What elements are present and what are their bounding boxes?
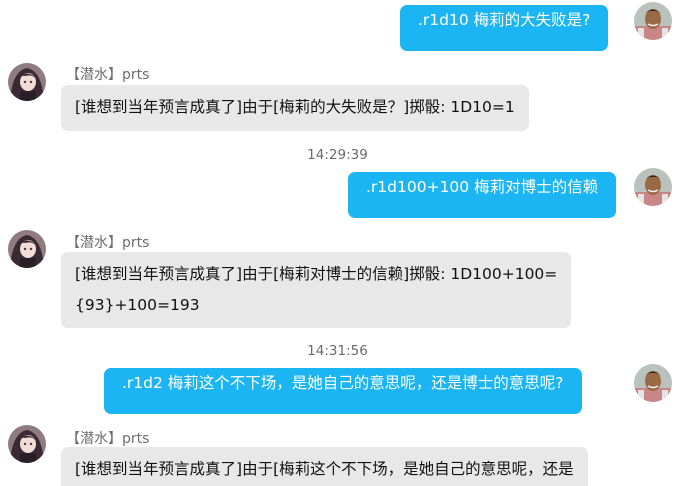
incoming-message-bubble[interactable]: [谁想到当年预言成真了]由于[梅莉的大失败是？]掷骰: 1D10=1	[61, 85, 529, 131]
outgoing-message-bubble[interactable]: .r1d2 梅莉这个不下场，是她自己的意思呢，还是博士的意思呢?	[104, 368, 582, 414]
sender-nickname: 【潜水】prts	[66, 64, 149, 84]
sender-name: prts	[122, 67, 150, 83]
user-avatar-icon[interactable]	[634, 168, 672, 206]
user-avatar-icon[interactable]	[634, 364, 672, 402]
sender-title: 【潜水】	[66, 235, 122, 251]
sender-title: 【潜水】	[66, 431, 122, 447]
sender-name: prts	[122, 431, 150, 447]
sender-name: prts	[122, 235, 150, 251]
bot-avatar-icon[interactable]	[8, 230, 46, 268]
bot-avatar-icon[interactable]	[8, 63, 46, 101]
timestamp: 14:31:56	[307, 343, 368, 359]
sender-nickname: 【潜水】prts	[66, 232, 149, 252]
outgoing-message-bubble[interactable]: .r1d100+100 梅莉对博士的信赖	[348, 172, 617, 218]
user-avatar-icon[interactable]	[634, 2, 672, 40]
chat-window: .r1d10 梅莉的大失败是? 【潜水】prts [谁想到当年预言成真了]由于[…	[0, 0, 675, 486]
sender-title: 【潜水】	[66, 67, 122, 83]
sender-nickname: 【潜水】prts	[66, 428, 149, 448]
incoming-message-bubble[interactable]: [谁想到当年预言成真了]由于[梅莉这个不下场，是她自己的意思呢，还是	[61, 447, 588, 486]
outgoing-message-bubble[interactable]: .r1d10 梅莉的大失败是?	[400, 5, 609, 51]
message-line: {93}+100=193	[75, 296, 200, 314]
timestamp: 14:29:39	[307, 147, 368, 163]
message-line: [谁想到当年预言成真了]由于[梅莉对博士的信赖]掷骰: 1D100+100=	[75, 265, 558, 283]
bot-avatar-icon[interactable]	[8, 425, 46, 463]
incoming-message-bubble[interactable]: [谁想到当年预言成真了]由于[梅莉对博士的信赖]掷骰: 1D100+100= {…	[61, 252, 572, 328]
